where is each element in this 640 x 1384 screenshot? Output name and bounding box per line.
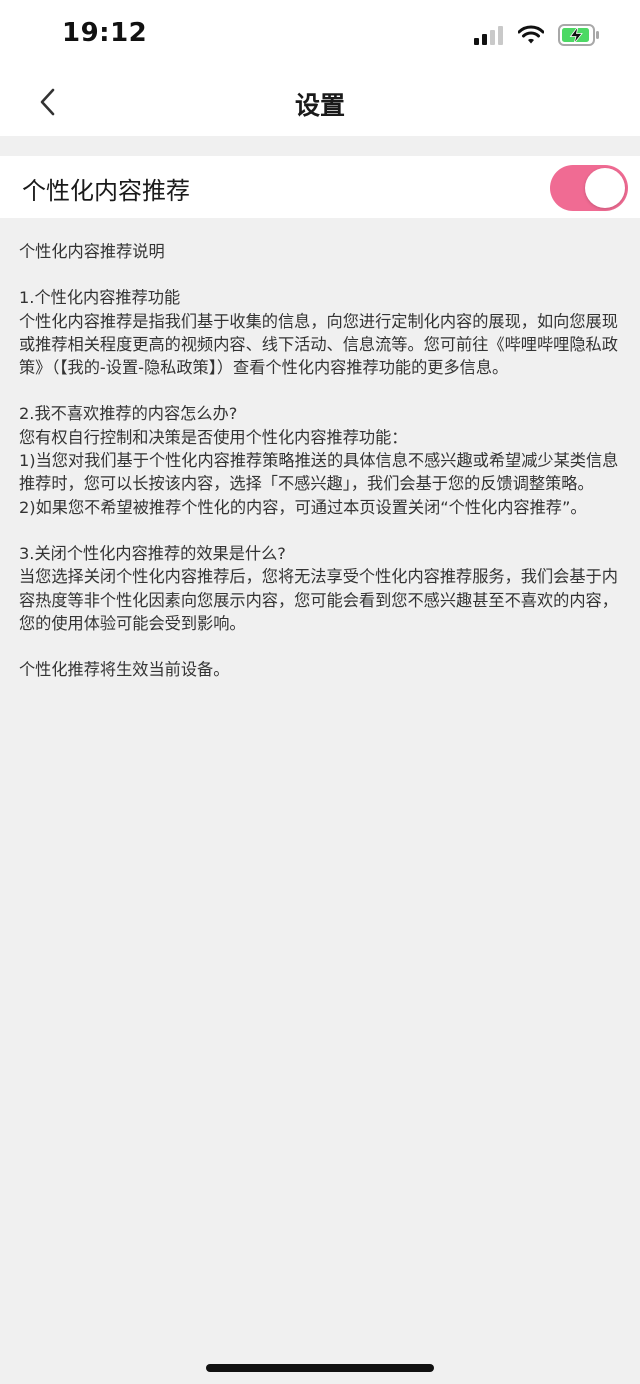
- wifi-icon: [517, 25, 545, 49]
- status-time: 19:12: [62, 18, 148, 48]
- description-block: 个性化内容推荐说明 1.个性化内容推荐功能 个性化内容推荐是指我们基于收集的信息…: [19, 240, 624, 681]
- personalized-recommendation-toggle[interactable]: [550, 165, 628, 211]
- footer-note: 个性化推荐将生效当前设备。: [19, 660, 230, 680]
- home-indicator[interactable]: [206, 1364, 434, 1372]
- section1-title: 1.个性化内容推荐功能: [19, 288, 181, 308]
- toggle-knob: [585, 168, 625, 208]
- cellular-signal-icon: [474, 25, 504, 49]
- setting-label: 个性化内容推荐: [22, 177, 190, 205]
- section2-title: 2.我不喜欢推荐的内容怎么办?: [19, 404, 238, 424]
- section2-item1: 1)当您对我们基于个性化内容推荐策略推送的具体信息不感兴趣或希望减少某类信息推荐…: [19, 451, 619, 494]
- section3-body: 当您选择关闭个性化内容推荐后，您将无法享受个性化内容推荐服务，我们会基于内容热度…: [19, 567, 618, 633]
- personalized-recommendation-row: 个性化内容推荐: [0, 156, 640, 218]
- page-title: 设置: [294, 91, 345, 120]
- section2-intro: 您有权自行控制和决策是否使用个性化内容推荐功能：: [19, 427, 408, 447]
- section3-title: 3.关闭个性化内容推荐的效果是什么?: [19, 543, 286, 563]
- status-icons: [474, 22, 600, 52]
- nav-bar: 设置: [0, 70, 640, 136]
- section1-body: 个性化内容推荐是指我们基于收集的信息，向您进行定制化内容的展现，如向您展现或推荐…: [19, 311, 618, 378]
- description-heading: 个性化内容推荐说明: [19, 242, 165, 261]
- status-bar: 19:12: [0, 0, 640, 70]
- battery-charging-icon: [558, 24, 600, 50]
- section2-item2: 2)如果您不希望被推荐个性化的内容，可通过本页设置关闭“个性化内容推荐”。: [19, 497, 587, 517]
